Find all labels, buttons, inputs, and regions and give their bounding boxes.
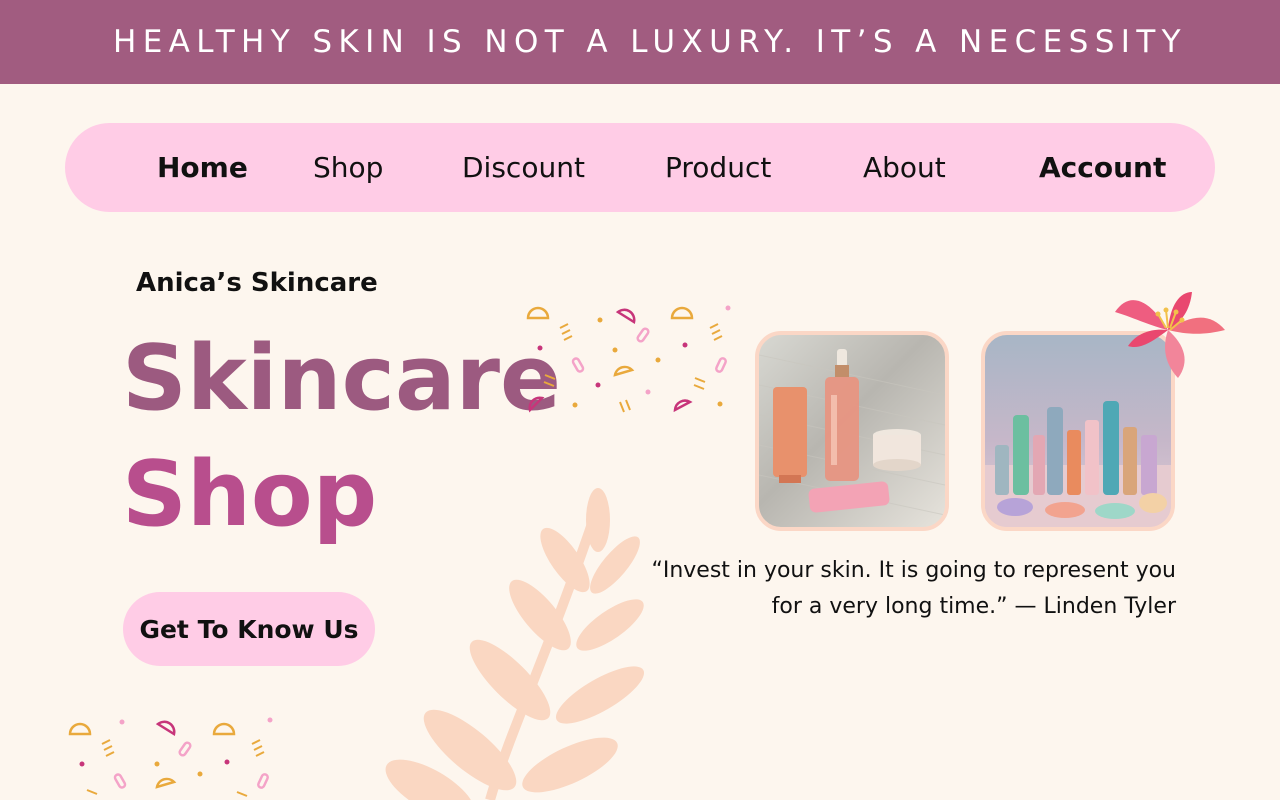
hero-title-line2: Shop: [122, 442, 378, 547]
leaf-branch-decoration: [385, 488, 645, 800]
top-banner: HEALTHY SKIN IS NOT A LUXURY. IT’S A NEC…: [0, 0, 1280, 84]
hero-title-line1: Skincare: [122, 326, 562, 431]
confetti-decoration-bottom: [68, 717, 273, 797]
nav-item-shop[interactable]: Shop: [313, 123, 383, 212]
brand-name: Anica’s Skincare: [136, 268, 378, 298]
flower-decoration: [1115, 292, 1225, 378]
skincare-bottles-photo: [755, 331, 949, 531]
nav-item-product[interactable]: Product: [665, 123, 771, 212]
banner-text: HEALTHY SKIN IS NOT A LUXURY. IT’S A NEC…: [112, 24, 1188, 60]
nav-item-home[interactable]: Home: [157, 123, 248, 212]
main-nav: Home Shop Discount Product About Account: [65, 123, 1215, 212]
nav-item-account[interactable]: Account: [1039, 123, 1166, 212]
testimonial-quote: “Invest in your skin. It is going to rep…: [651, 558, 1176, 619]
confetti-decoration-top: [526, 305, 731, 413]
nav-item-discount[interactable]: Discount: [462, 123, 585, 212]
get-to-know-us-button[interactable]: Get To Know Us: [123, 592, 375, 666]
skincare-bottles-illustration: [759, 349, 945, 516]
nav-item-about[interactable]: About: [863, 123, 946, 212]
